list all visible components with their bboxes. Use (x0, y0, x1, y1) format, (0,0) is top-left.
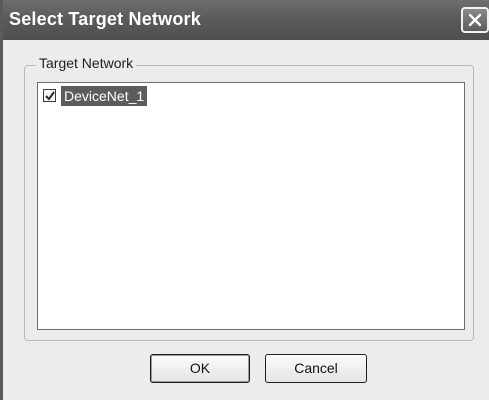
ok-button[interactable]: OK (150, 354, 250, 383)
window-title: Select Target Network (9, 9, 201, 29)
close-button[interactable] (461, 7, 489, 33)
close-icon (468, 13, 482, 27)
title-bar[interactable]: Select Target Network (3, 0, 489, 40)
network-list[interactable]: DeviceNet_1 (37, 82, 465, 330)
cancel-button[interactable]: Cancel (265, 354, 367, 383)
list-item-label[interactable]: DeviceNet_1 (61, 86, 148, 106)
group-label: Target Network (36, 55, 137, 71)
devicenet-checkbox[interactable] (43, 89, 56, 102)
select-target-network-dialog: Select Target Network Target Network Dev… (0, 0, 489, 400)
checkmark-icon (45, 91, 55, 101)
